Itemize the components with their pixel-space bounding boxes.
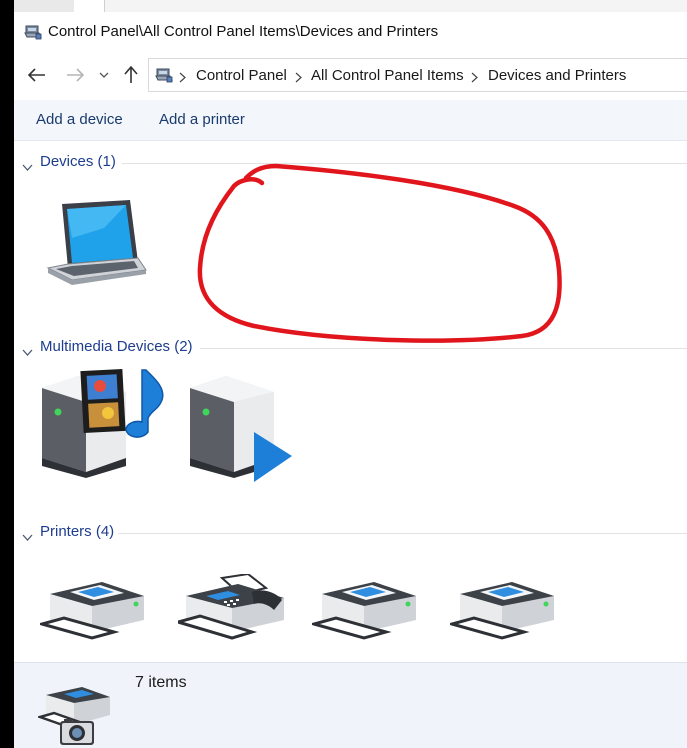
background-window-strip <box>14 0 687 12</box>
group-title-devices: Devices (1) <box>40 153 116 170</box>
window-title: Control Panel\All Control Panel Items\De… <box>48 23 439 40</box>
printer-icon <box>36 582 144 640</box>
breadcrumb-devices-and-printers[interactable]: Devices and Printers <box>488 67 626 84</box>
fax-device[interactable] <box>172 572 290 645</box>
add-device-button[interactable]: Add a device <box>36 111 123 128</box>
chevron-down-icon[interactable] <box>22 343 33 361</box>
group-title-multimedia: Multimedia Devices (2) <box>40 338 193 355</box>
group-printers[interactable]: Printers (4) <box>14 523 687 543</box>
fax-icon <box>172 572 284 640</box>
media-server-device[interactable] <box>38 366 168 483</box>
recent-locations-button[interactable] <box>96 64 112 86</box>
media-player-icon <box>190 376 292 482</box>
chevron-right-icon[interactable] <box>179 70 186 88</box>
printer-device[interactable] <box>446 576 560 645</box>
group-devices[interactable]: Devices (1) <box>14 153 687 173</box>
navigation-bar: Control Panel All Control Panel Items De… <box>14 56 687 96</box>
add-printer-button[interactable]: Add a printer <box>159 111 245 128</box>
address-bar[interactable]: Control Panel All Control Panel Items De… <box>148 58 687 92</box>
chevron-down-icon <box>99 72 109 78</box>
up-arrow-icon <box>124 66 138 83</box>
title-bar: Control Panel\All Control Panel Items\De… <box>14 16 687 48</box>
group-title-printers: Printers (4) <box>40 523 115 540</box>
back-button[interactable] <box>26 64 48 86</box>
devices-and-printers-icon <box>35 685 118 748</box>
back-arrow-icon <box>28 68 45 82</box>
media-renderer-device[interactable] <box>186 370 296 487</box>
up-button[interactable] <box>120 64 142 86</box>
forward-button[interactable] <box>64 64 86 86</box>
forward-arrow-icon <box>67 68 84 82</box>
item-count: 7 items <box>135 674 187 691</box>
printer-icon <box>308 582 416 640</box>
group-multimedia[interactable]: Multimedia Devices (2) <box>14 338 687 358</box>
breadcrumb-all-items[interactable]: All Control Panel Items <box>311 67 464 84</box>
devices-and-printers-window: Control Panel\All Control Panel Items\De… <box>14 0 687 748</box>
chevron-down-icon[interactable] <box>22 528 33 546</box>
printer-device[interactable] <box>308 576 422 645</box>
chevron-right-icon[interactable] <box>295 70 302 88</box>
chevron-down-icon[interactable] <box>22 158 33 176</box>
printer-icon <box>446 582 554 640</box>
printer-device[interactable] <box>36 576 150 645</box>
control-panel-icon <box>24 24 42 45</box>
control-panel-icon <box>155 67 173 88</box>
laptop-device[interactable] <box>42 198 150 293</box>
command-toolbar: Add a device Add a printer <box>14 100 687 141</box>
laptop-icon <box>46 200 147 285</box>
chevron-right-icon[interactable] <box>471 70 478 88</box>
details-pane: 7 items <box>14 662 687 748</box>
breadcrumb-control-panel[interactable]: Control Panel <box>196 67 287 84</box>
media-server-icon <box>42 368 164 478</box>
